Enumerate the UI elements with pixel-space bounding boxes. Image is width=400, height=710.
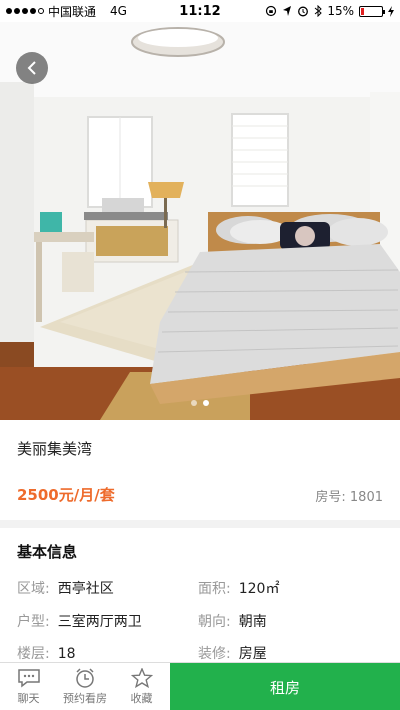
status-left: 中国联通 4G xyxy=(6,3,127,20)
schedule-viewing-button[interactable]: 预约看房 xyxy=(57,663,113,710)
field-label: 区域: xyxy=(17,581,50,597)
field-size: 面积: 120㎡ xyxy=(198,578,279,598)
photo-pager xyxy=(0,400,400,406)
listing-price: 2500元/月/套 xyxy=(17,486,115,504)
field-label: 朝向: xyxy=(198,614,231,630)
field-value: 西亭社区 xyxy=(57,581,114,597)
field-value: 18 xyxy=(57,646,76,662)
charging-icon xyxy=(388,5,394,17)
chat-label: 聊天 xyxy=(17,691,40,705)
field-value: 房屋 xyxy=(238,646,267,662)
basic-info-section: 基本信息 区域: 西亭社区 面积: 120㎡ 户型: 三室两厅两卫 朝向: 朝南 楼层:… xyxy=(0,528,400,668)
network-label: 4G xyxy=(110,4,127,18)
listing-title: 美丽集美湾 xyxy=(17,440,93,458)
listing-summary: 美丽集美湾 2500元/月/套 房号: 1801 xyxy=(0,420,400,520)
field-layout: 户型: 三室两厅两卫 xyxy=(17,611,142,631)
field-value: 朝南 xyxy=(238,614,267,630)
battery-percent: 15% xyxy=(327,4,354,18)
clock-icon xyxy=(76,667,94,688)
bluetooth-icon xyxy=(315,5,323,17)
bedroom-photo xyxy=(0,22,400,420)
status-bar: 中国联通 4G 11:12 15% xyxy=(0,0,400,22)
favorite-label: 收藏 xyxy=(130,691,153,705)
chat-icon xyxy=(17,668,40,688)
chat-button[interactable]: 聊天 xyxy=(0,663,57,710)
field-label: 装修: xyxy=(198,646,231,662)
favorite-button[interactable]: 收藏 xyxy=(113,663,170,710)
chevron-left-icon xyxy=(27,61,36,75)
bottom-action-bar: 聊天 预约看房 收藏 租房 xyxy=(0,662,400,710)
field-floor: 楼层: 18 xyxy=(17,643,76,663)
battery-icon xyxy=(359,5,385,17)
field-area: 区域: 西亭社区 xyxy=(17,578,114,598)
basic-info-heading: 基本信息 xyxy=(17,543,78,561)
listing-photo-carousel[interactable] xyxy=(0,22,400,420)
field-label: 户型: xyxy=(17,614,50,630)
rotation-lock-icon xyxy=(266,5,277,17)
battery-fill xyxy=(361,7,364,15)
field-value: 三室两厅两卫 xyxy=(57,614,142,630)
field-value: 120㎡ xyxy=(238,581,280,597)
signal-strength-icon xyxy=(6,8,44,14)
rent-button[interactable]: 租房 xyxy=(170,663,400,710)
field-label: 楼层: xyxy=(17,646,50,662)
status-right: 15% xyxy=(265,4,394,18)
alarm-icon xyxy=(298,6,309,17)
location-icon xyxy=(283,6,292,16)
pager-dot-active[interactable] xyxy=(203,400,209,406)
schedule-viewing-label: 预约看房 xyxy=(63,691,107,705)
field-decoration: 装修: 房屋 xyxy=(198,643,267,663)
back-button[interactable] xyxy=(16,52,48,84)
carrier-label: 中国联通 xyxy=(48,4,97,19)
room-number: 房号: 1801 xyxy=(315,490,383,505)
field-orientation: 朝向: 朝南 xyxy=(198,611,267,631)
pager-dot[interactable] xyxy=(191,400,197,406)
field-label: 面积: xyxy=(198,581,231,597)
star-icon xyxy=(130,667,153,688)
